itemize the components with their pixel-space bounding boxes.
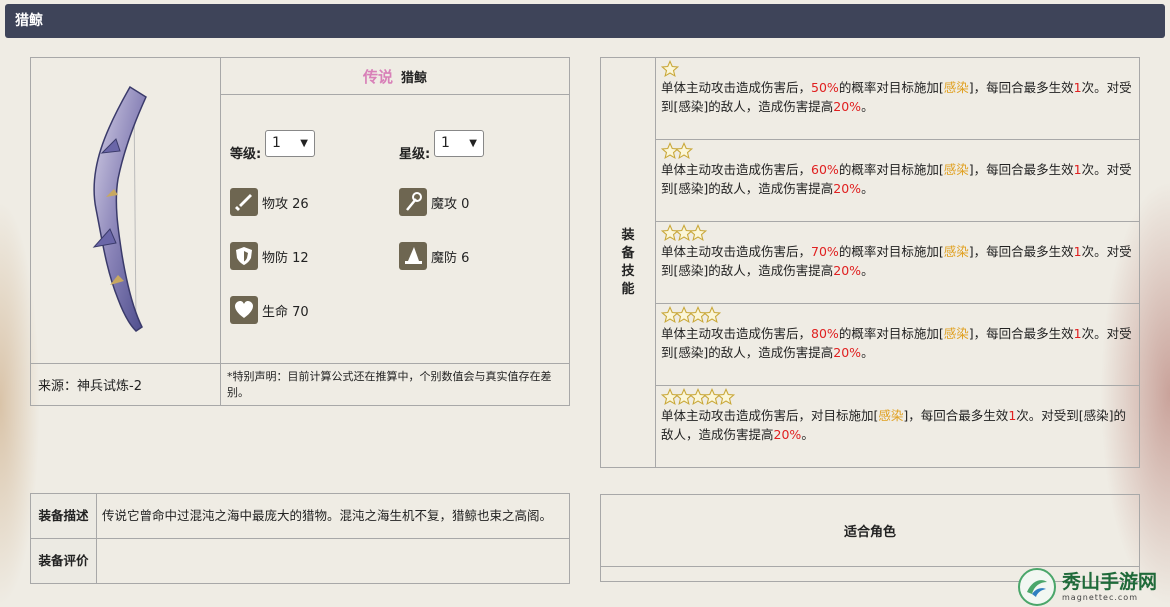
equipment-name-cell: 传说 猎鲸 (220, 56, 570, 96)
stat-magic-defense: 魔防 6 (399, 242, 469, 271)
star-icon (717, 388, 735, 406)
chevron-down-icon: ▼ (300, 138, 308, 150)
skill-tier: 单体主动攻击造成伤害后，70%的概率对目标施加[感染]，每回合最多生效1次。对受… (655, 221, 1140, 304)
bonus-value: 20% (773, 427, 802, 442)
bonus-value: 20% (833, 263, 862, 278)
skill-tier: 单体主动攻击造成伤害后，80%的概率对目标施加[感染]，每回合最多生效1次。对受… (655, 303, 1140, 386)
skills-header-char: 技 (621, 263, 635, 279)
skill-description: 单体主动攻击造成伤害后，60%的概率对目标施加[感染]，每回合最多生效1次。对受… (661, 162, 1132, 196)
status-keyword: 感染 (943, 244, 969, 259)
skill-tier: 单体主动攻击造成伤害后，50%的概率对目标施加[感染]，每回合最多生效1次。对受… (655, 57, 1140, 140)
equipment-info-table: 传说 猎鲸 等级: 1 ▼ 星级: 1 ▼ 物攻 26 魔攻 0 物防 12 魔… (30, 56, 570, 406)
star-select[interactable]: 1 ▼ (434, 130, 484, 158)
staff-icon (399, 188, 427, 217)
stats-cell: 等级: 1 ▼ 星级: 1 ▼ 物攻 26 魔攻 0 物防 12 魔防 6 生命… (220, 94, 570, 364)
sword-icon (230, 188, 258, 217)
skills-header-char: 备 (621, 245, 635, 261)
logo-subtext: magnettec.com (1062, 593, 1138, 602)
bow-image (92, 85, 147, 332)
times-value: 1 (1073, 80, 1082, 95)
heart-icon (230, 296, 258, 325)
star-rating (661, 60, 1134, 78)
skills-header-char: 装 (621, 227, 635, 243)
skill-description: 单体主动攻击造成伤害后，70%的概率对目标施加[感染]，每回合最多生效1次。对受… (661, 244, 1132, 278)
logo-text: 秀山手游网 (1062, 571, 1158, 593)
star-icon (703, 306, 721, 324)
skills-header-char: 能 (621, 281, 635, 297)
source-cell: 来源：神兵试炼-2 (30, 363, 221, 406)
stat-hp: 生命 70 (230, 296, 309, 325)
chance-value: 80% (811, 326, 839, 341)
equipment-image-cell (30, 57, 221, 364)
skill-description: 单体主动攻击造成伤害后，50%的概率对目标施加[感染]，每回合最多生效1次。对受… (661, 80, 1132, 114)
equipment-skills-table: 装备技能单体主动攻击造成伤害后，50%的概率对目标施加[感染]，每回合最多生效1… (600, 57, 1140, 468)
level-select[interactable]: 1 ▼ (265, 130, 315, 158)
status-keyword: 感染 (943, 80, 969, 95)
stat-physical-attack: 物攻 26 (230, 188, 309, 217)
skill-tier: 单体主动攻击造成伤害后，对目标施加[感染]，每回合最多生效1次。对受到[感染]的… (655, 385, 1140, 468)
page-title: 猎鲸 (5, 4, 1165, 38)
evaluation-text (96, 538, 570, 584)
star-icon (689, 224, 707, 242)
star-rating (661, 142, 1134, 160)
times-value: 1 (1073, 326, 1082, 341)
rarity-label: 传说 (362, 67, 393, 86)
skills-header: 装备技能 (600, 57, 656, 468)
chevron-down-icon: ▼ (469, 138, 477, 150)
status-keyword: 感染 (943, 326, 969, 341)
bonus-value: 20% (833, 99, 862, 114)
star-rating (661, 224, 1134, 242)
equipment-name: 猎鲸 (401, 70, 428, 86)
status-keyword: 感染 (878, 408, 904, 423)
skill-description: 单体主动攻击造成伤害后，80%的概率对目标施加[感染]，每回合最多生效1次。对受… (661, 326, 1132, 360)
star-icon (661, 60, 679, 78)
star-icon (675, 142, 693, 160)
logo-icon (1018, 567, 1056, 606)
stat-magic-attack: 魔攻 0 (399, 188, 469, 217)
times-value: 1 (1073, 162, 1082, 177)
evaluation-label: 装备评价 (30, 538, 97, 584)
description-label: 装备描述 (30, 493, 97, 539)
level-label: 等级: (230, 147, 262, 163)
skill-description: 单体主动攻击造成伤害后，对目标施加[感染]，每回合最多生效1次。对受到[感染]的… (661, 408, 1127, 442)
bonus-value: 20% (833, 181, 862, 196)
bonus-value: 20% (833, 345, 862, 360)
star-rating (661, 388, 1134, 406)
wizard-hat-icon (399, 242, 427, 271)
chance-value: 60% (811, 162, 839, 177)
shield-icon (230, 242, 258, 271)
star-rating (661, 306, 1134, 324)
equipment-description-table: 装备描述 传说它曾命中过混沌之海中最庞大的猎物。混沌之海生机不复，猎鲸也束之高阁… (30, 493, 570, 584)
star-label: 星级: (399, 147, 431, 163)
times-value: 1 (1073, 244, 1082, 259)
status-keyword: 感染 (943, 162, 969, 177)
description-text: 传说它曾命中过混沌之海中最庞大的猎物。混沌之海生机不复，猎鲸也束之高阁。 (96, 493, 570, 539)
skill-tier: 单体主动攻击造成伤害后，60%的概率对目标施加[感染]，每回合最多生效1次。对受… (655, 139, 1140, 222)
disclaimer-note: *特别声明：目前计算公式还在推算中，个别数值会与真实值存在差别。 (220, 363, 570, 406)
stat-physical-defense: 物防 12 (230, 242, 309, 271)
chance-value: 70% (811, 244, 839, 259)
site-logo: 秀山手游网 magnettec.com (1018, 566, 1170, 607)
suitable-role-label: 适合角色 (600, 494, 1140, 567)
chance-value: 50% (811, 80, 839, 95)
